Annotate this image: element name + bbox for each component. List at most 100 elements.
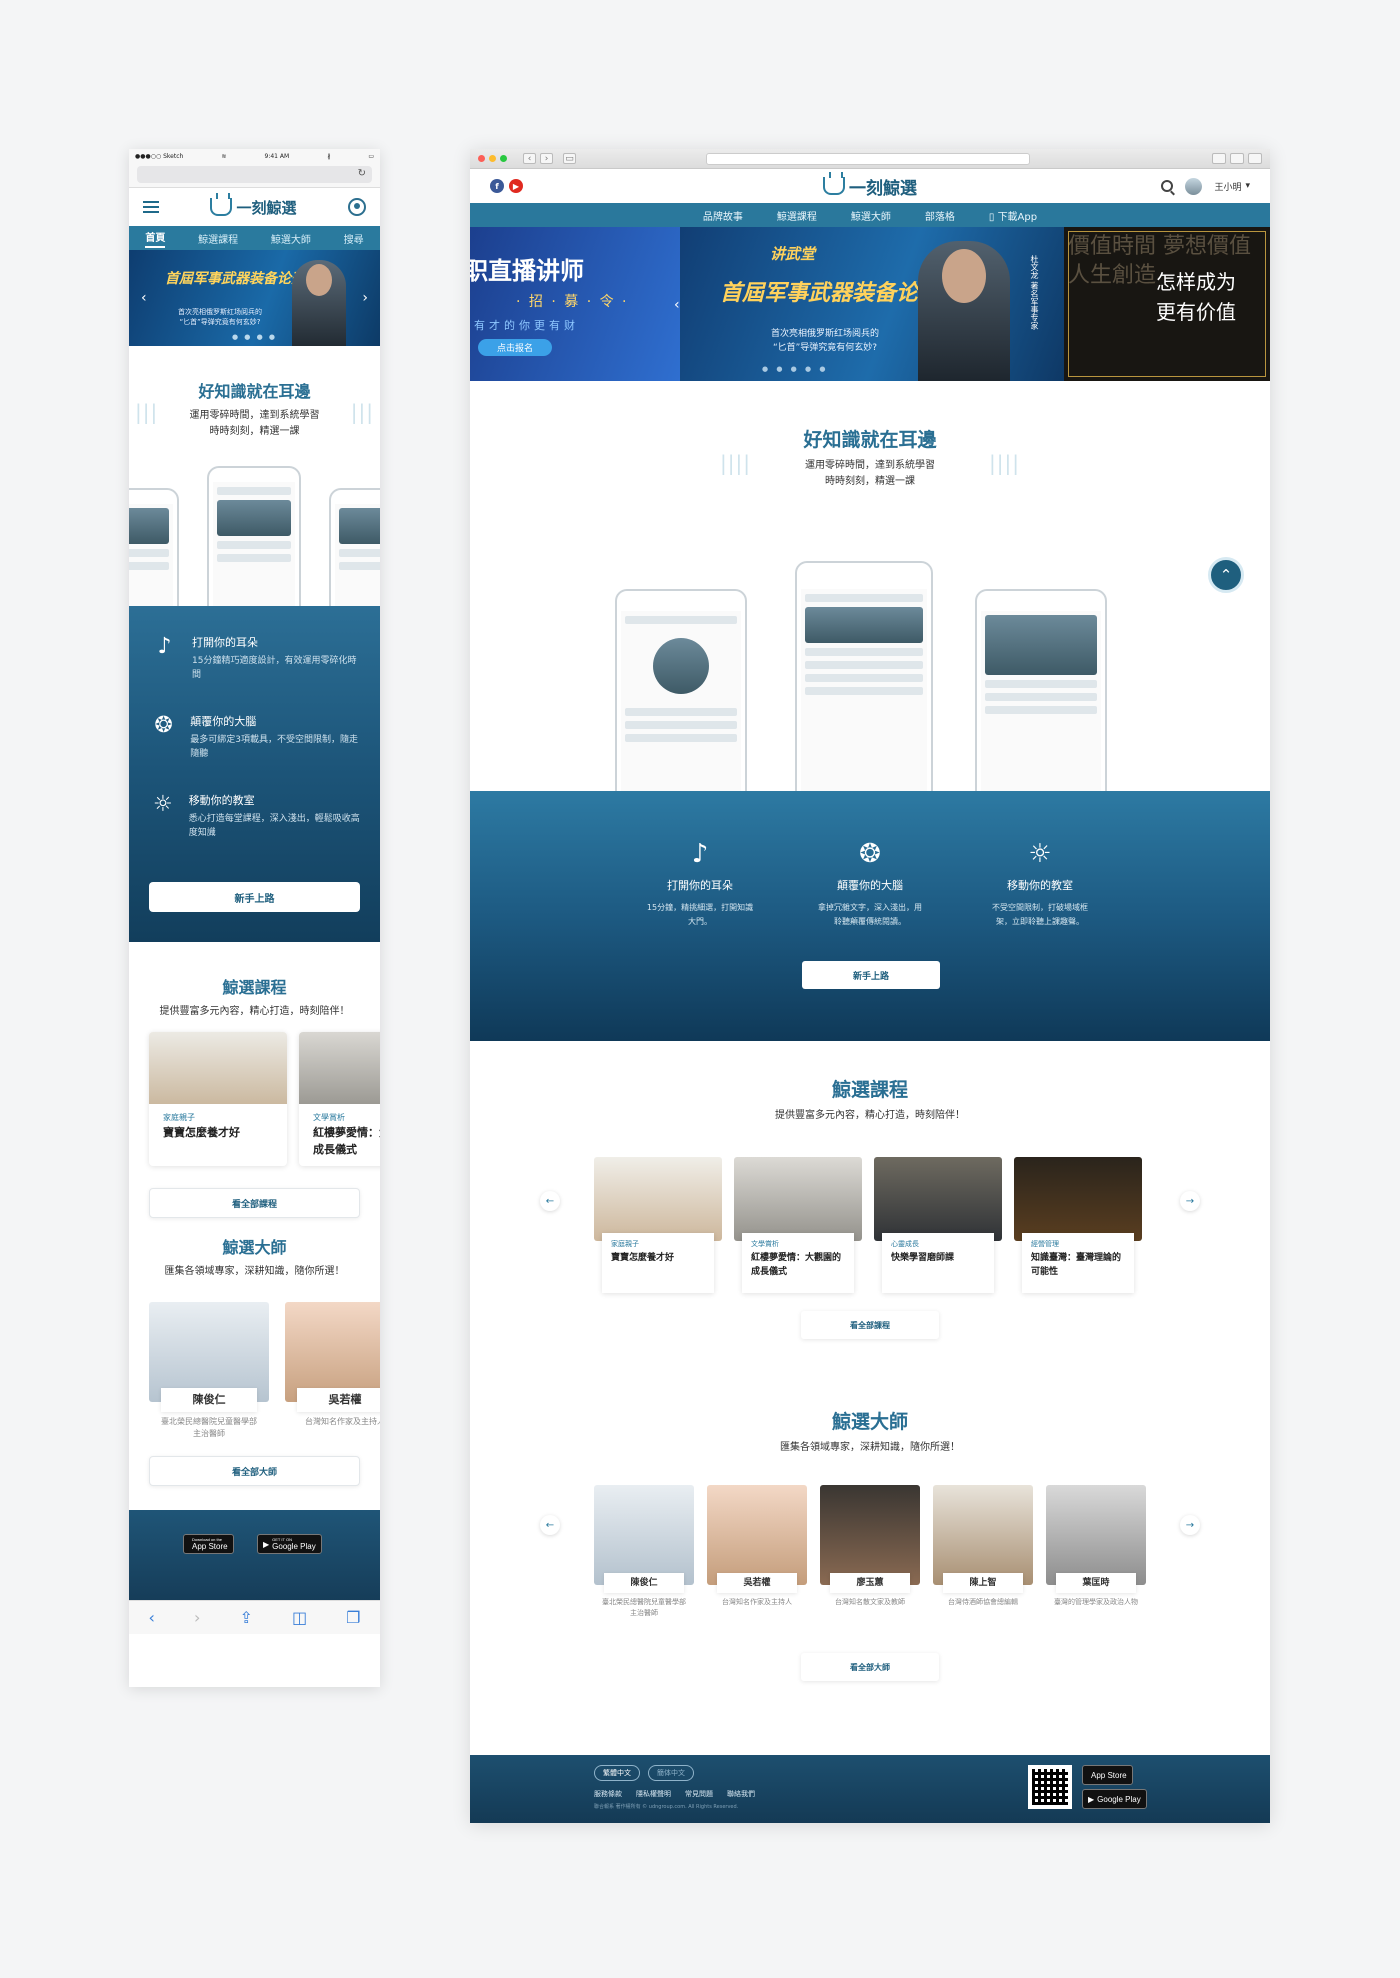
master-card[interactable]: 陳俊仁 臺北榮民總醫院兒童醫學部主治醫師 <box>594 1485 694 1625</box>
user-name[interactable]: 王小明 <box>1214 180 1241 193</box>
copyright: 聯合報系 著作權所有 © udngroup.com. All Rights Re… <box>594 1804 739 1810</box>
carousel-dots[interactable]: ● ● ● ● ● <box>762 365 828 373</box>
back-icon[interactable]: ‹ <box>149 1608 155 1627</box>
nav-masters[interactable]: 鯨選大師 <box>271 231 311 246</box>
menu-icon[interactable] <box>143 201 159 213</box>
get-started-button[interactable]: 新手上路 <box>802 961 940 989</box>
nav-home[interactable]: 首頁 <box>145 229 166 248</box>
google-play-badge[interactable]: ▶ Google Play <box>1082 1789 1147 1809</box>
feature-item: ❂ 顛覆你的大腦 拿掉冗雜文字，深入淺出，用聆聽顛覆傳統閱讀。 <box>815 839 925 928</box>
search-icon[interactable] <box>1161 180 1174 192</box>
nav-masters[interactable]: 鯨選大師 <box>851 208 891 223</box>
logo[interactable]: 一刻鯨選 <box>823 172 917 199</box>
forward-icon[interactable]: › <box>194 1608 200 1627</box>
signup-button[interactable]: 点击报名 <box>478 339 552 356</box>
avatar[interactable] <box>1185 177 1203 195</box>
google-play-badge[interactable]: ▶ GET IT ON Google Play <box>257 1534 322 1554</box>
banner-slide-active[interactable]: 讲武堂 首屆军事武器装备论开讲 首次亮相俄罗斯红场阅兵的 “匕首”导弹究竟有何玄… <box>674 227 1070 381</box>
master-photo <box>1046 1485 1146 1585</box>
footer-link-terms[interactable]: 服務條款 <box>594 1789 622 1799</box>
course-card[interactable]: 文學賞析 紅樓夢愛情：大觀園的成長儀式 <box>734 1157 862 1293</box>
banner-speaker-label: 杜文龙 著名军事专家 <box>1030 255 1039 330</box>
masters-prev-icon[interactable]: ← <box>540 1515 560 1535</box>
course-card[interactable]: 經營管理 知識臺灣：臺灣理論的可能性 <box>1014 1157 1142 1293</box>
courses-next-icon[interactable]: → <box>1180 1191 1200 1211</box>
banner-slide-prev[interactable]: 职直播讲师 · 招 · 募 · 令 · 有才的你更有财 点击报名 <box>470 227 680 381</box>
whale-chat-icon: ⌃ <box>1219 566 1233 584</box>
bookmarks-icon[interactable]: ◫ <box>292 1608 307 1627</box>
course-card[interactable]: 家庭親子 寶寶怎麼養才好 <box>149 1032 287 1166</box>
extension-icon[interactable] <box>1248 153 1262 164</box>
master-card[interactable]: 葉匡時 臺灣的管理學家及政治人物 <box>1046 1485 1146 1625</box>
app-store-badge[interactable]: Download on the App Store <box>183 1534 234 1554</box>
forward-icon[interactable]: › <box>540 153 553 164</box>
course-category: 家庭親子 <box>611 1240 639 1248</box>
maximize-window-icon[interactable] <box>500 155 507 162</box>
lang-traditional-button[interactable]: 繁體中文 <box>594 1765 640 1781</box>
master-card[interactable]: 陳俊仁 臺北榮民總醫院兒童醫學部主治醫師 <box>149 1302 269 1468</box>
master-name: 廖玉蕙 <box>830 1573 910 1593</box>
master-card[interactable]: 吳若權 台灣知名作家及主持人 <box>285 1302 380 1468</box>
banner-slide-next[interactable]: 價值時間 夢想價值 人生創造 怎样成为 更有价值 <box>1064 227 1270 381</box>
all-courses-button[interactable]: 看全部課程 <box>801 1311 939 1339</box>
intro-subtitle-line: 時時刻刻，精選一課 <box>825 476 915 487</box>
tabs-icon[interactable] <box>1230 153 1244 164</box>
nav-courses[interactable]: 鯨選課程 <box>198 231 238 246</box>
sound-wave-icon: ||| <box>135 400 159 424</box>
feature-title: 移動你的教室 <box>188 793 255 807</box>
all-masters-button[interactable]: 看全部大師 <box>149 1456 360 1486</box>
footer-link-faq[interactable]: 常見問題 <box>685 1789 713 1799</box>
nav-brand-story[interactable]: 品牌故事 <box>703 208 743 223</box>
address-bar[interactable] <box>706 153 1030 165</box>
course-card[interactable]: 家庭親子 寶寶怎麼養才好 <box>594 1157 722 1293</box>
courses-prev-icon[interactable]: ← <box>540 1191 560 1211</box>
hero-carousel[interactable]: 职直播讲师 · 招 · 募 · 令 · 有才的你更有财 点击报名 讲武堂 首屆军… <box>470 227 1270 381</box>
master-card[interactable]: 吳若權 台灣知名作家及主持人 <box>707 1485 807 1625</box>
mobile-banner[interactable]: 首屆军事武器装备论开讲 首次亮相俄罗斯红场阅兵的 “匕首”导弹究竟有何玄妙? ‹… <box>129 250 380 346</box>
all-courses-button[interactable]: 看全部課程 <box>149 1188 360 1218</box>
banner-next-icon[interactable]: › <box>362 290 368 306</box>
master-desc: 台灣知名散文家及教師 <box>835 1598 905 1606</box>
minimize-window-icon[interactable] <box>489 155 496 162</box>
banner-left-sub2: 有才的你更有财 <box>474 319 579 332</box>
banner-dots[interactable]: ● ● ● ● <box>129 333 380 341</box>
master-name: 吳若權 <box>297 1388 380 1412</box>
user-icon[interactable] <box>347 198 366 216</box>
facebook-icon[interactable]: f <box>490 179 504 193</box>
logo[interactable]: 一刻鯨選 <box>210 193 297 218</box>
floating-help-button[interactable]: ⌃ <box>1208 557 1244 593</box>
master-card[interactable]: 廖玉蕙 台灣知名散文家及教師 <box>820 1485 920 1625</box>
nav-search[interactable]: 搜尋 <box>344 231 364 246</box>
nav-courses[interactable]: 鯨選課程 <box>777 208 817 223</box>
app-store-badge[interactable]: App Store <box>1082 1765 1133 1785</box>
whale-logo-icon <box>210 193 233 216</box>
youtube-icon[interactable]: ▶ <box>509 179 523 193</box>
refresh-icon[interactable]: ↻ <box>358 168 366 179</box>
tabs-icon[interactable]: ❐ <box>346 1608 360 1627</box>
feature-item: ❂ 顛覆你的大腦 最多可綁定3項載具，不受空間限制，隨走隨聽 <box>149 713 360 762</box>
nav-download-app[interactable]: ▯ 下載App <box>989 208 1037 223</box>
course-card[interactable]: 心靈成長 快樂學習磨師課 <box>874 1157 1002 1293</box>
sidebar-icon[interactable]: ▭ <box>563 153 576 164</box>
back-icon[interactable]: ‹ <box>523 153 536 164</box>
lang-simplified-button[interactable]: 簡体中文 <box>648 1765 694 1781</box>
feature-item: ☼ 移動你的教室 不受空間限制，打破場域框架，立即聆聽上課趣聲。 <box>985 839 1095 928</box>
footer-link-privacy[interactable]: 隱私權聲明 <box>636 1789 671 1799</box>
close-window-icon[interactable] <box>478 155 485 162</box>
url-bar[interactable]: ↻ <box>129 163 380 188</box>
speaker-photo <box>918 241 1010 381</box>
footer-link-contact[interactable]: 聯絡我們 <box>727 1789 755 1799</box>
banner-prev-icon[interactable]: ‹ <box>141 290 147 306</box>
all-masters-button[interactable]: 看全部大師 <box>801 1653 939 1681</box>
masters-next-icon[interactable]: → <box>1180 1515 1200 1535</box>
bulb-icon: ☼ <box>1028 839 1052 869</box>
course-card[interactable]: 文學賞析 紅樓夢愛情：大觀園的成長儀式 <box>299 1032 380 1166</box>
get-started-button[interactable]: 新手上路 <box>149 882 360 912</box>
masters-section: 鯨選大師 匯集各領域專家，深耕知識，隨你所選！ ← → 陳俊仁 臺北榮民總醫院兒… <box>470 1391 1270 1695</box>
share-icon[interactable]: ⇪ <box>239 1608 252 1627</box>
share-icon[interactable] <box>1212 153 1226 164</box>
carousel-prev-icon[interactable]: ‹ <box>674 297 680 313</box>
chevron-down-icon[interactable]: ▾ <box>1245 181 1250 191</box>
master-card[interactable]: 陳上智 台灣侍酒師協會總編輯 <box>933 1485 1033 1625</box>
nav-blog[interactable]: 部落格 <box>925 208 955 223</box>
